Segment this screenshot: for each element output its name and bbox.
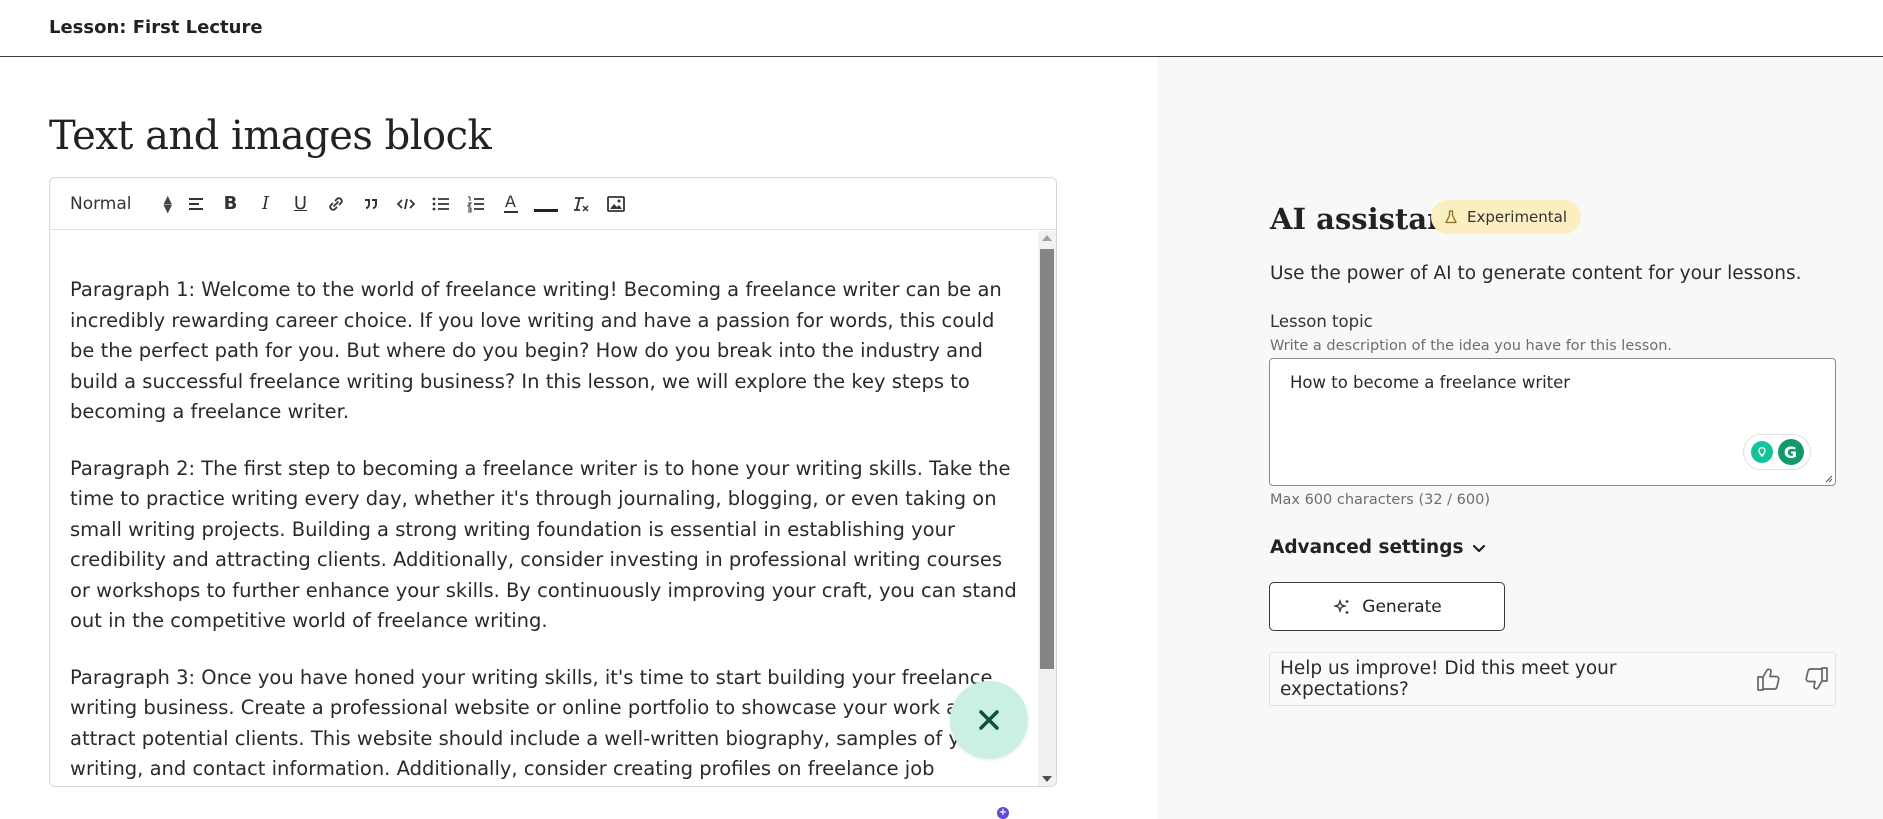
- text-color-button[interactable]: A: [493, 188, 528, 220]
- highlight-color-button[interactable]: [528, 188, 563, 220]
- close-fab-button[interactable]: [950, 681, 1028, 759]
- grammarly-widget[interactable]: G: [1743, 434, 1811, 470]
- editor-toolbar: Normal ▲ ▼ B I U A: [50, 178, 1056, 230]
- resize-handle-icon[interactable]: [1823, 473, 1833, 483]
- paragraph[interactable]: Paragraph 3: Once you have honed your wr…: [70, 663, 1020, 787]
- code-button[interactable]: [388, 188, 423, 220]
- code-icon: [396, 198, 415, 209]
- chevron-down-icon: [1473, 544, 1486, 552]
- experimental-badge: Experimental: [1431, 200, 1582, 234]
- italic-icon: I: [261, 193, 270, 214]
- clear-format-button[interactable]: [563, 188, 598, 220]
- image-icon: [606, 195, 625, 212]
- feedback-text: Help us improve! Did this meet your expe…: [1280, 658, 1617, 700]
- image-button[interactable]: [598, 188, 633, 220]
- generate-label: Generate: [1362, 596, 1442, 617]
- close-icon: [979, 710, 999, 730]
- advanced-settings-label: Advanced settings: [1270, 537, 1464, 558]
- text-color-icon: A: [503, 191, 518, 213]
- flask-icon: [1445, 210, 1457, 224]
- grammarly-icon[interactable]: G: [1777, 439, 1804, 465]
- quote-icon: [364, 198, 377, 209]
- lesson-topic-value[interactable]: How to become a freelance writer: [1290, 373, 1570, 392]
- underline-button[interactable]: U: [283, 188, 318, 220]
- feedback-bar: Help us improve! Did this meet your expe…: [1269, 652, 1836, 706]
- thumbs-down-button[interactable]: [1800, 661, 1835, 697]
- lesson-topic-help: Write a description of the idea you have…: [1270, 338, 1673, 354]
- align-icon: [188, 197, 203, 210]
- block-title: Text and images block: [49, 113, 492, 159]
- underline-icon: U: [293, 193, 308, 214]
- format-select-value: Normal: [70, 193, 132, 214]
- highlight-color-icon: [533, 209, 558, 212]
- editor-content[interactable]: Paragraph 1: Welcome to the world of fre…: [50, 231, 1040, 787]
- thumbs-down-icon: [1805, 667, 1829, 690]
- link-button[interactable]: [318, 188, 353, 220]
- scroll-down-icon[interactable]: [1042, 776, 1052, 782]
- char-count: Max 600 characters (32 / 600): [1270, 492, 1491, 508]
- top-bar: Lesson: First Lecture: [0, 0, 1883, 57]
- editor-pane: Text and images block Normal ▲ ▼ B I U A…: [0, 57, 1157, 819]
- bold-icon: B: [223, 193, 238, 214]
- thumbs-up-icon: [1757, 668, 1780, 691]
- numbered-list-button[interactable]: [458, 188, 493, 220]
- bold-button[interactable]: B: [213, 188, 248, 220]
- lightbulb-icon[interactable]: [1750, 441, 1773, 463]
- sparkle-icon: [1333, 598, 1349, 614]
- numbered-list-icon: [466, 196, 484, 212]
- italic-button[interactable]: I: [248, 188, 283, 220]
- scroll-up-icon[interactable]: [1042, 235, 1052, 241]
- generate-button[interactable]: Generate: [1269, 582, 1505, 631]
- quote-button[interactable]: [353, 188, 388, 220]
- plus-badge-icon[interactable]: +: [997, 807, 1009, 819]
- link-icon: [328, 196, 343, 211]
- format-select[interactable]: Normal ▲ ▼: [70, 189, 178, 219]
- lesson-topic-textarea[interactable]: How to become a freelance writer G: [1269, 358, 1836, 486]
- rich-text-editor[interactable]: Normal ▲ ▼ B I U A Paragraph 1: Welcome …: [49, 177, 1057, 787]
- text-color-glyph: A: [505, 191, 516, 211]
- bullet-list-icon: [432, 197, 449, 210]
- select-arrows-icon: ▲ ▼: [163, 192, 172, 215]
- editor-scrollbar[interactable]: [1038, 231, 1056, 786]
- paragraph[interactable]: Paragraph 2: The first step to becoming …: [70, 454, 1020, 637]
- ai-assistant-description: Use the power of AI to generate content …: [1270, 263, 1802, 284]
- paragraph[interactable]: Paragraph 1: Welcome to the world of fre…: [70, 275, 1020, 428]
- lesson-topic-label: Lesson topic: [1270, 312, 1373, 331]
- bullet-list-button[interactable]: [423, 188, 458, 220]
- clear-format-icon: [573, 196, 589, 212]
- scroll-thumb[interactable]: [1040, 249, 1054, 669]
- advanced-settings-toggle[interactable]: Advanced settings: [1270, 537, 1487, 558]
- badge-label: Experimental: [1467, 208, 1568, 226]
- align-button[interactable]: [178, 188, 213, 220]
- thumbs-up-button[interactable]: [1750, 661, 1785, 697]
- breadcrumb: Lesson: First Lecture: [49, 17, 263, 38]
